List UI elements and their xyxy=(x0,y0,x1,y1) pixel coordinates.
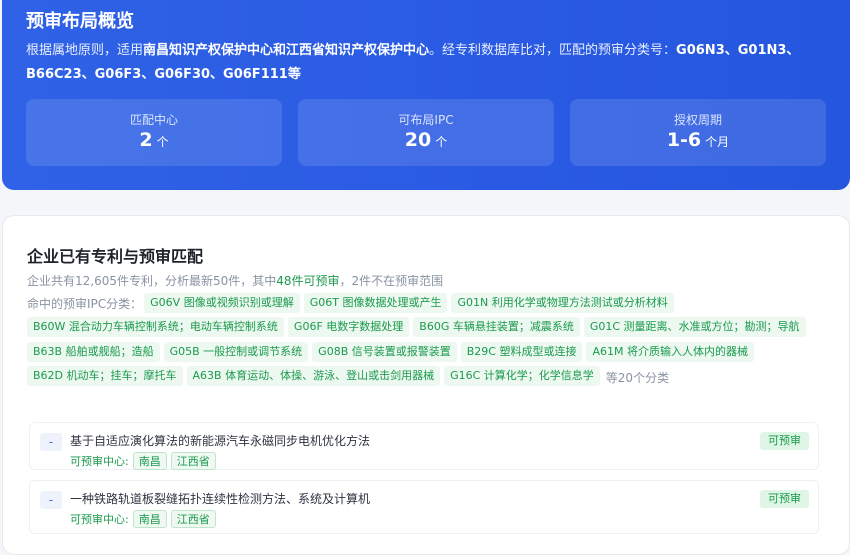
ipc-tag[interactable]: G01N 利用化学或物理方法测试或分析材料 xyxy=(451,292,674,313)
overview-title: 预审布局概览 xyxy=(26,11,134,32)
stat-label: 可布局IPC xyxy=(398,113,454,127)
expand-toggle[interactable]: - xyxy=(40,491,62,509)
ipc-tag[interactable]: A63B 体育运动、体操、游泳、登山或击剑用器械 xyxy=(186,366,441,386)
match-title: 企业已有专利与预审匹配 xyxy=(27,247,204,266)
stat-ipc-count: 可布局IPC 20 个 xyxy=(298,99,554,166)
stat-value: 2个 xyxy=(139,129,169,151)
patent-row[interactable]: - 基于自适应演化算法的新能源汽车永磁同步电机优化方法 可预审中心: 南昌 江西省 … xyxy=(29,422,819,470)
ipc-tag[interactable]: G06V 图像或视频识别或理解 xyxy=(144,292,300,313)
ipc-tag[interactable]: G06F 电数字数据处理 xyxy=(287,317,410,337)
center-chip: 江西省 xyxy=(170,452,216,470)
ipc-tag[interactable]: B29C 塑料成型或连接 xyxy=(460,341,583,362)
ipc-tag[interactable]: B63B 船舶或舰船；造船 xyxy=(27,341,160,362)
center-label: 可预审中心: xyxy=(70,455,129,468)
ipc-tag[interactable]: B60G 车辆悬挂装置；减震系统 xyxy=(413,317,580,337)
center-line: 可预审中心: 南昌 江西省 xyxy=(70,452,216,470)
patent-title: 基于自适应演化算法的新能源汽车永磁同步电机优化方法 xyxy=(70,434,371,448)
ipc-more-text: 等20个分类 xyxy=(605,370,670,385)
ipc-tag-list: 命中的预审IPC分类： G06V 图像或视频识别或理解 G06T 图像数据处理或产生… xyxy=(27,292,817,390)
ipc-tag[interactable]: A61M 将介质输入人体内的器械 xyxy=(586,341,754,362)
center-label: 可预审中心: xyxy=(70,513,129,526)
stat-label: 授权周期 xyxy=(673,113,722,127)
desc-prefix: 根据属地原则，适用 xyxy=(26,43,144,58)
overview-banner: 预审布局概览 根据属地原则，适用南昌知识产权保护中心和江西省知识产权保护中心。经… xyxy=(2,0,850,190)
ipc-lead-label: 命中的预审IPC分类： xyxy=(27,297,143,311)
ipc-tag[interactable]: G16C 计算化学；化学信息学 xyxy=(444,366,600,386)
patent-row[interactable]: - 一种铁路轨道板裂缝拓扑连续性检测方法、系统及计算机 可预审中心: 南昌 江西省 … xyxy=(29,480,819,534)
ipc-tag[interactable]: G08B 信号装置或报警装置 xyxy=(312,341,457,362)
stat-label: 匹配中心 xyxy=(129,113,178,127)
desc-mid: 。经专利数据库比对，匹配的预审分类号： xyxy=(429,43,677,58)
overview-description: 根据属地原则，适用南昌知识产权保护中心和江西省知识产权保护中心。经专利数据库比对… xyxy=(26,39,826,87)
stat-value: 20 个 xyxy=(404,129,448,151)
ipc-tag[interactable]: G06T 图像数据处理或产生 xyxy=(303,292,448,313)
center-line: 可预审中心: 南昌 江西省 xyxy=(70,510,216,528)
match-summary: 企业共有12,605件专利，分析最新50件，其中48件可预审，2件不在预审范围 xyxy=(27,274,444,288)
desc-centers: 南昌知识产权保护中心和江西省知识产权保护中心 xyxy=(143,43,430,58)
status-badge: 可预审 xyxy=(760,432,809,450)
expand-toggle[interactable]: - xyxy=(40,433,62,451)
patent-match-card: 企业已有专利与预审匹配 企业共有12,605件专利，分析最新50件，其中48件可… xyxy=(2,215,850,555)
center-chip: 江西省 xyxy=(170,510,216,528)
ipc-tag[interactable]: B62D 机动车；挂车；摩托车 xyxy=(27,366,183,386)
center-chip: 南昌 xyxy=(132,510,167,528)
stat-matched-centers: 匹配中心 2个 xyxy=(26,99,282,166)
ipc-tag[interactable]: B60W 混合动力车辆控制系统；电动车辆控制系统 xyxy=(27,317,284,337)
status-badge: 可预审 xyxy=(760,490,809,508)
ipc-tag[interactable]: G05B 一般控制或调节系统 xyxy=(163,341,309,362)
ipc-tag[interactable]: G01C 测量距离、水准或方位；勘测；导航 xyxy=(583,317,806,337)
center-chip: 南昌 xyxy=(132,452,167,470)
stat-grant-cycle: 授权周期 1-6 个月 xyxy=(570,99,826,166)
patent-title: 一种铁路轨道板裂缝拓扑连续性检测方法、系统及计算机 xyxy=(70,492,371,506)
stat-value: 1-6 个月 xyxy=(666,129,730,151)
